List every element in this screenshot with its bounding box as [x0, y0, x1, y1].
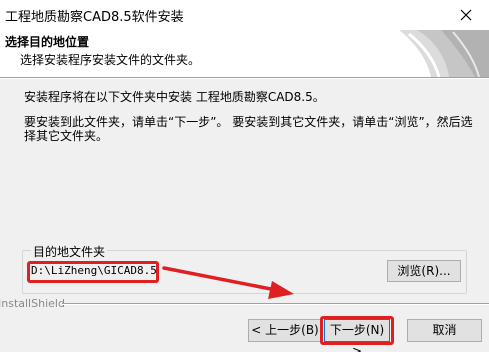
back-button[interactable]: < 上一步(B)	[248, 319, 322, 342]
installshield-label: InstallShield	[0, 297, 65, 310]
cancel-button[interactable]: 取消	[407, 319, 482, 342]
annotation-box-next	[320, 316, 394, 345]
footer-divider	[62, 303, 489, 305]
annotation-arrow	[162, 266, 294, 299]
